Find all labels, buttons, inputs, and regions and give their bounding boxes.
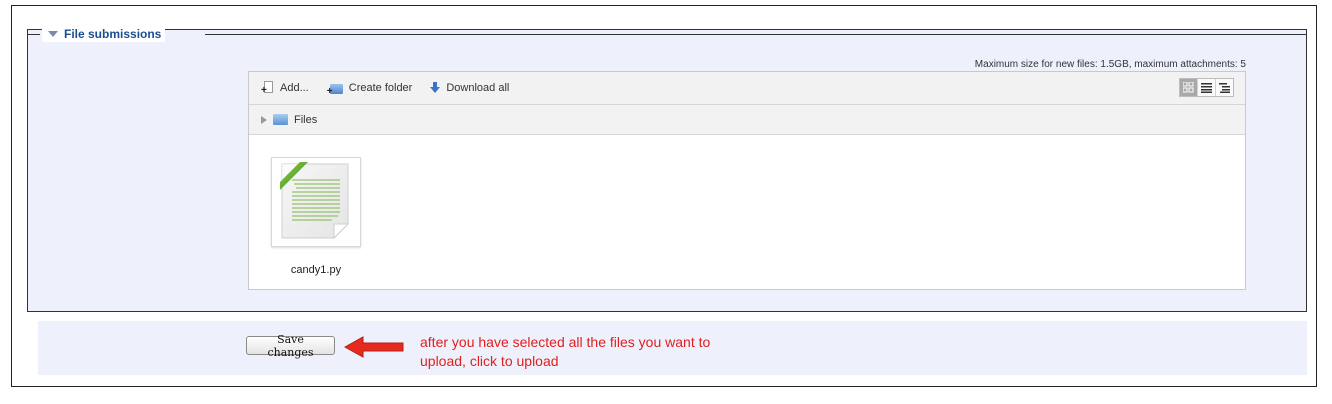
fieldset-legend-label: File submissions [64,27,162,41]
annotation-text: after you have selected all the files yo… [420,334,711,369]
document-icon [280,162,350,240]
download-all-button[interactable]: Download all [430,82,509,94]
legend-line-right [205,34,1306,35]
list-view-icon [1201,82,1212,93]
grid-view-icon [1183,82,1194,93]
create-folder-icon: + [327,82,343,96]
download-all-label: Download all [446,82,510,94]
file-thumbnail [271,157,361,247]
max-size-note: Maximum size for new files: 1.5GB, maxim… [974,59,1246,70]
collapse-triangle-icon[interactable] [48,31,58,37]
tree-view-icon [1219,82,1230,93]
add-file-icon: + [261,81,274,96]
breadcrumb: Files [249,105,1245,135]
create-folder-button[interactable]: + Create folder [327,82,413,96]
expand-triangle-icon[interactable] [261,115,267,124]
file-manager: + Add... + Create folder Download all Fi… [248,71,1246,290]
add-file-button[interactable]: + Add... [261,81,309,96]
file-name: candy1.py [290,264,342,276]
view-tree-button[interactable] [1216,79,1233,96]
file-item[interactable]: candy1.py [271,157,361,276]
folder-icon [273,114,288,125]
view-list-button[interactable] [1198,79,1216,96]
save-changes-button[interactable]: Save changes [246,333,335,359]
add-file-label: Add... [280,82,309,94]
file-manager-toolbar: + Add... + Create folder Download all [249,72,1245,105]
download-arrow-icon [430,82,441,94]
fieldset-legend[interactable]: File submissions [42,26,166,42]
create-folder-label: Create folder [348,82,413,94]
file-area: candy1.py [249,135,1245,290]
breadcrumb-files[interactable]: Files [294,114,317,126]
legend-line-left [28,34,40,35]
view-switcher [1179,78,1234,97]
annotation-arrow-icon [343,336,404,358]
view-icons-button[interactable] [1180,79,1198,96]
